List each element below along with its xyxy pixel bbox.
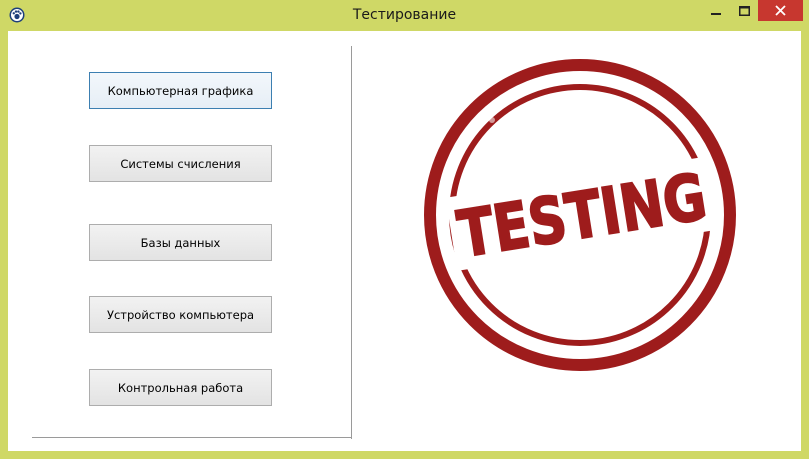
number-systems-button[interactable]: Системы счисления bbox=[89, 145, 272, 182]
app-icon[interactable] bbox=[9, 7, 25, 23]
test-work-button[interactable]: Контрольная работа bbox=[89, 369, 272, 406]
minimize-icon bbox=[711, 12, 721, 15]
maximize-button[interactable] bbox=[731, 0, 757, 21]
close-icon bbox=[775, 5, 786, 16]
computer-hardware-button[interactable]: Устройство компьютера bbox=[89, 296, 272, 333]
panel-divider-horizontal bbox=[32, 437, 352, 438]
close-button[interactable] bbox=[758, 0, 803, 21]
app-window: Тестирование Компьютерная графика Систем… bbox=[0, 0, 809, 459]
testing-stamp-image: TESTING TESTING bbox=[422, 50, 738, 380]
databases-button[interactable]: Базы данных bbox=[89, 224, 272, 261]
panel-divider-vertical bbox=[351, 46, 352, 439]
window-title: Тестирование bbox=[352, 7, 457, 23]
computer-graphics-button[interactable]: Компьютерная графика bbox=[89, 72, 272, 109]
minimize-button[interactable] bbox=[703, 0, 729, 21]
title-bar[interactable]: Тестирование bbox=[0, 0, 809, 31]
maximize-icon bbox=[738, 5, 750, 16]
